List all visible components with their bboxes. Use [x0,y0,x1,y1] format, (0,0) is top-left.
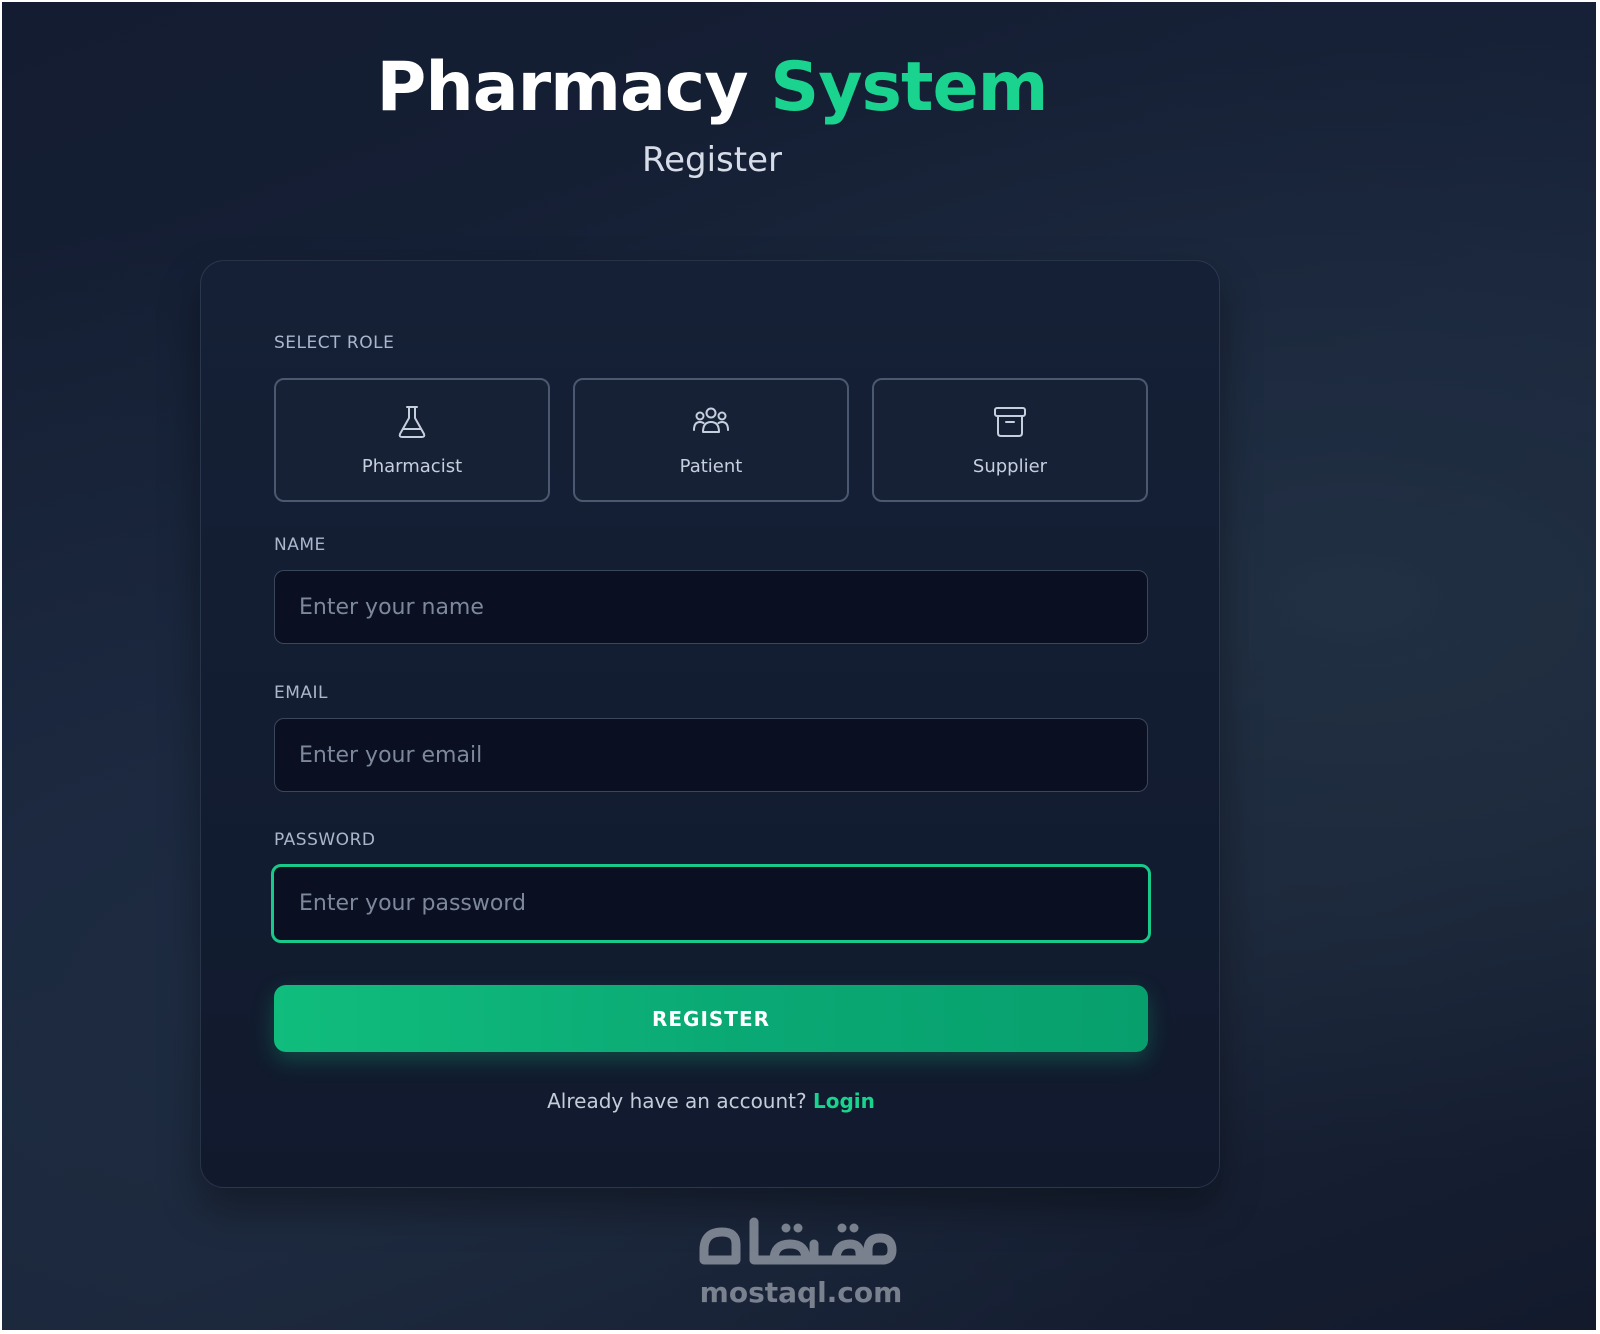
role-selector: Pharmacist Patient Supplier [274,378,1148,504]
password-input[interactable] [271,864,1151,943]
app-title: Pharmacy System [2,42,1422,134]
page-background: Pharmacy System Register SELECT ROLE Pha… [2,2,1596,1330]
login-link[interactable]: Login [813,1089,875,1113]
role-option-patient[interactable]: Patient [573,378,849,502]
login-prompt: Already have an account? Login [201,1089,1221,1113]
watermark-text: mostaql.com [699,1276,903,1309]
mostaql-logo [699,1217,897,1265]
register-card: SELECT ROLE Pharmacist Patient Supplier … [200,260,1220,1188]
page-subtitle: Register [642,140,782,180]
role-option-pharmacist[interactable]: Pharmacist [274,378,550,502]
header: Pharmacy System Register [2,42,1422,180]
login-prompt-text: Already have an account? [547,1089,807,1113]
name-label: NAME [274,535,326,555]
password-label: PASSWORD [274,830,376,850]
app-title-accent: System [770,48,1048,127]
role-option-label: Pharmacist [361,456,463,477]
role-option-supplier[interactable]: Supplier [872,378,1148,502]
role-label: SELECT ROLE [274,333,395,353]
email-label: EMAIL [274,683,329,703]
users-icon [693,407,729,433]
mostaql-watermark: mostaql.com [696,1214,906,1314]
name-input[interactable] [274,570,1148,644]
register-button[interactable]: REGISTER [274,985,1148,1052]
role-option-label: Patient [679,456,743,477]
email-input[interactable] [274,718,1148,792]
flask-icon [398,406,426,438]
archive-box-icon [994,407,1026,437]
role-option-label: Supplier [972,456,1048,477]
app-title-main: Pharmacy [376,48,749,127]
